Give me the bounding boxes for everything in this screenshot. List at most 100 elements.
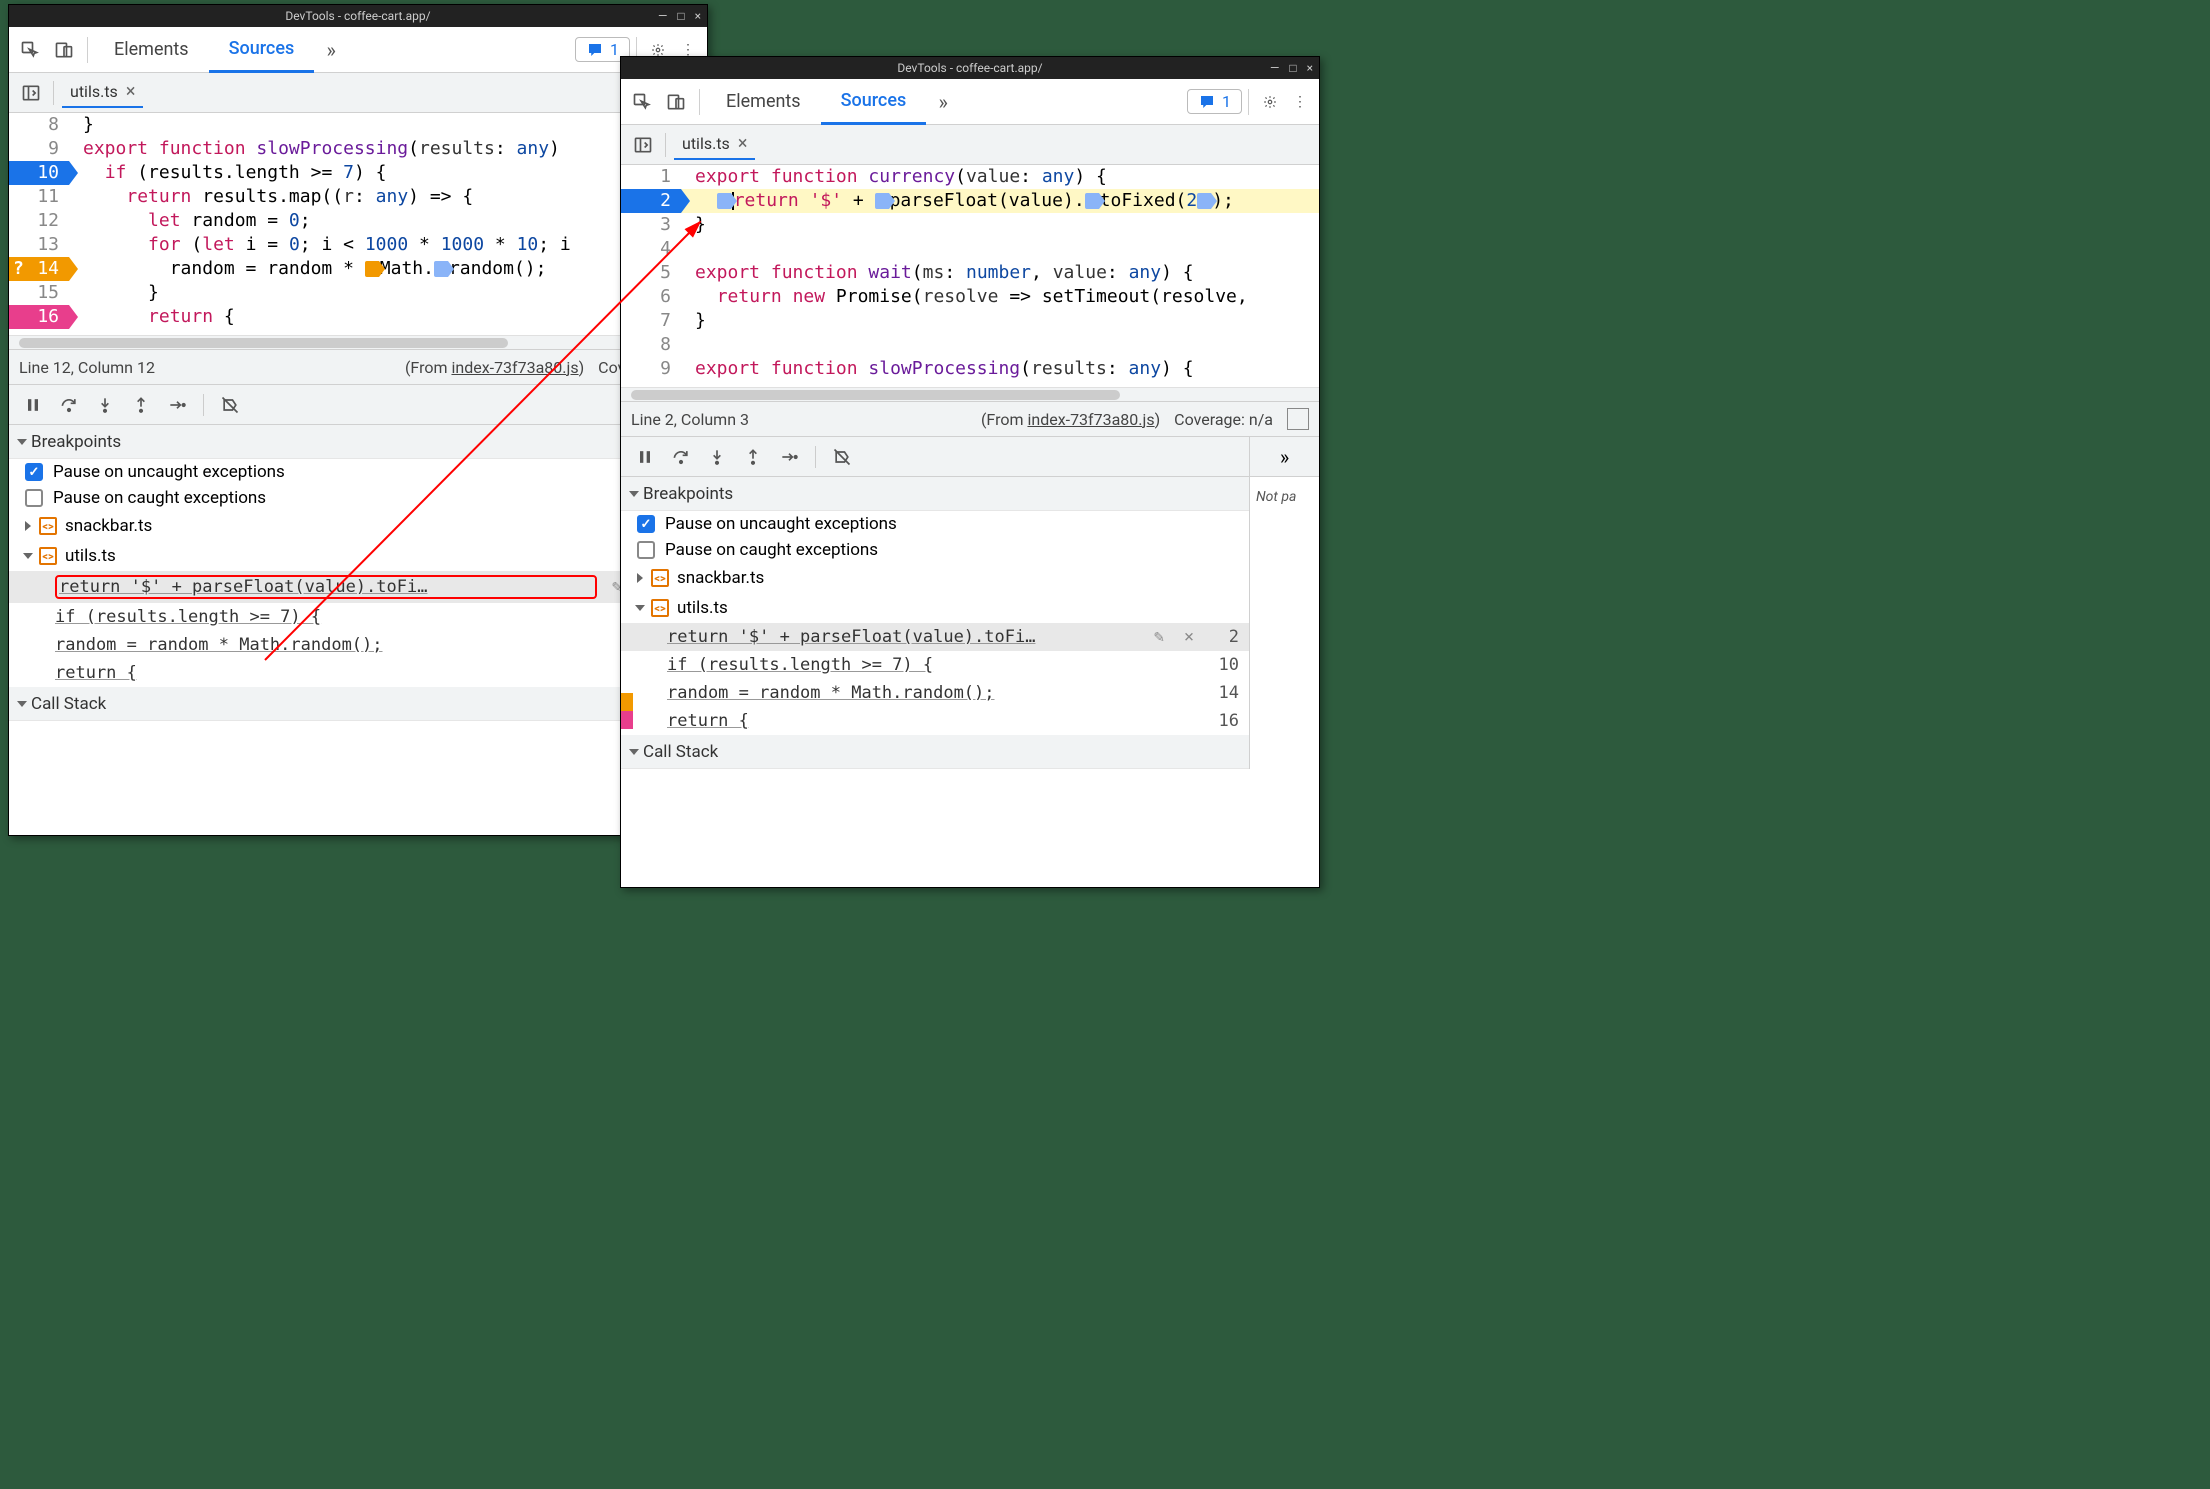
minimize-button[interactable]: —	[658, 9, 667, 23]
more-tabs-icon[interactable]: »	[314, 33, 348, 67]
breakpoint-text[interactable]: return {	[667, 711, 1199, 731]
issues-count: 1	[1222, 92, 1231, 111]
cursor-position: Line 12, Column 12	[19, 358, 155, 377]
callstack-header[interactable]: Call Stack	[9, 687, 707, 721]
close-button[interactable]: ×	[1307, 61, 1313, 75]
inspect-icon[interactable]	[13, 33, 47, 67]
inspect-icon[interactable]	[625, 85, 659, 119]
code-editor[interactable]: 8}9export function slowProcessing(result…	[9, 113, 707, 335]
edit-icon[interactable]: ✎	[1149, 627, 1169, 647]
kebab-icon[interactable]: ⋮	[1285, 94, 1315, 110]
device-icon[interactable]	[47, 33, 81, 67]
checkbox-icon[interactable]	[25, 489, 43, 507]
file-tab-utils[interactable]: utils.ts ×	[62, 77, 143, 108]
debug-controls	[9, 385, 707, 425]
minimize-button[interactable]: —	[1270, 61, 1279, 75]
chevron-down-icon	[635, 605, 645, 611]
step-over-icon[interactable]	[53, 389, 85, 421]
titlebar: DevTools - coffee-cart.app/ — □ ×	[9, 5, 707, 27]
delete-icon[interactable]: ×	[1179, 627, 1199, 647]
sourcemap-link[interactable]: index-73f73a80.js	[451, 358, 578, 377]
breakpoint-text[interactable]: random = random * Math.random();	[55, 635, 657, 655]
side-more[interactable]: »	[1250, 437, 1319, 477]
breakpoint-text[interactable]: return '$' + parseFloat(value).toFi…	[667, 627, 1139, 647]
step-into-icon[interactable]	[701, 441, 733, 473]
pause-caught-row[interactable]: Pause on caught exceptions	[621, 537, 1249, 563]
tab-sources[interactable]: Sources	[209, 28, 315, 73]
file-tab-utils[interactable]: utils.ts ×	[674, 129, 755, 160]
breakpoint-text[interactable]: if (results.length >= 7) {	[55, 607, 657, 627]
titlebar: DevTools - coffee-cart.app/ — □ ×	[621, 57, 1319, 79]
checkbox-icon[interactable]	[637, 515, 655, 533]
maximize-button[interactable]: □	[1289, 61, 1296, 75]
bp-file-utils[interactable]: <> utils.ts	[9, 541, 707, 571]
deactivate-bp-icon[interactable]	[826, 441, 858, 473]
checkbox-icon[interactable]	[25, 463, 43, 481]
line-number: 16	[1209, 711, 1239, 731]
sourcemap-from: (From index-73f73a80.js)	[405, 358, 584, 377]
breakpoint-row[interactable]: return '$' + parseFloat(value).toFi…✎×2	[621, 623, 1249, 651]
pause-icon[interactable]	[629, 441, 661, 473]
callstack-header[interactable]: Call Stack	[621, 735, 1249, 769]
breakpoint-row[interactable]: random = random * Math.random();14	[9, 631, 707, 659]
bp-file-utils[interactable]: <> utils.ts	[621, 593, 1249, 623]
ts-file-icon: <>	[651, 599, 669, 617]
step-over-icon[interactable]	[665, 441, 697, 473]
close-file-icon[interactable]: ×	[738, 133, 748, 154]
pause-uncaught-row[interactable]: Pause on uncaught exceptions	[9, 459, 707, 485]
close-button[interactable]: ×	[695, 9, 701, 23]
breakpoint-text[interactable]: if (results.length >= 7) {	[667, 655, 1199, 675]
step-into-icon[interactable]	[89, 389, 121, 421]
breakpoint-text[interactable]: return {	[55, 663, 657, 683]
breakpoint-row[interactable]: if (results.length >= 7) {10	[9, 603, 707, 631]
breakpoints-header[interactable]: Breakpoints	[621, 477, 1249, 511]
devtools-window-left: DevTools - coffee-cart.app/ — □ × Elemen…	[8, 4, 708, 836]
window-title: DevTools - coffee-cart.app/	[285, 9, 430, 23]
bp-file-snackbar[interactable]: <> snackbar.ts	[621, 563, 1249, 593]
tab-sources[interactable]: Sources	[821, 80, 927, 125]
breakpoint-text[interactable]: random = random * Math.random();	[667, 683, 1199, 703]
pause-uncaught-row[interactable]: Pause on uncaught exceptions	[621, 511, 1249, 537]
tab-elements[interactable]: Elements	[706, 79, 821, 124]
breakpoint-text[interactable]: return '$' + parseFloat(value).toFi…	[59, 577, 593, 597]
device-icon[interactable]	[659, 85, 693, 119]
step-out-icon[interactable]	[125, 389, 157, 421]
panel-button[interactable]	[1287, 408, 1309, 430]
tab-elements[interactable]: Elements	[94, 27, 209, 72]
breakpoint-row[interactable]: return '$' + parseFloat(value).toFi…✎×2	[9, 571, 707, 603]
file-tabs-bar: utils.ts ×	[621, 125, 1319, 165]
breakpoints-header[interactable]: Breakpoints	[9, 425, 707, 459]
step-out-icon[interactable]	[737, 441, 769, 473]
main-toolbar: Elements Sources » 1 ⋮	[621, 79, 1319, 125]
settings-icon[interactable]	[1255, 92, 1285, 112]
bp-file-snackbar[interactable]: <> snackbar.ts	[9, 511, 707, 541]
status-bar: Line 2, Column 3 (From index-73f73a80.js…	[621, 401, 1319, 437]
close-file-icon[interactable]: ×	[126, 81, 136, 102]
code-editor[interactable]: 1export function currency(value: any) {2…	[621, 165, 1319, 387]
checkbox-icon[interactable]	[637, 541, 655, 559]
pause-icon[interactable]	[17, 389, 49, 421]
breakpoint-row[interactable]: random = random * Math.random();14	[621, 679, 1249, 707]
maximize-button[interactable]: □	[677, 9, 684, 23]
more-tabs-icon[interactable]: »	[926, 85, 960, 119]
breakpoint-row[interactable]: return { 16	[621, 707, 1249, 735]
callstack-label: Call Stack	[643, 742, 718, 762]
step-icon[interactable]	[773, 441, 805, 473]
show-navigator-icon[interactable]	[629, 131, 657, 159]
callstack-label: Call Stack	[31, 694, 106, 714]
not-paused-text: Not pa	[1250, 477, 1319, 517]
breakpoint-row[interactable]: return {16	[9, 659, 707, 687]
horizontal-scrollbar[interactable]	[621, 387, 1319, 401]
chevron-right-icon	[25, 521, 31, 531]
pause-caught-row[interactable]: Pause on caught exceptions	[9, 485, 707, 511]
breakpoint-row[interactable]: if (results.length >= 7) {10	[621, 651, 1249, 679]
chevron-down-icon	[629, 749, 639, 755]
horizontal-scrollbar[interactable]	[9, 335, 707, 349]
sourcemap-link[interactable]: index-73f73a80.js	[1027, 410, 1154, 429]
step-icon[interactable]	[161, 389, 193, 421]
issues-button[interactable]: 1	[1187, 89, 1242, 114]
show-navigator-icon[interactable]	[17, 79, 45, 107]
deactivate-bp-icon[interactable]	[214, 389, 246, 421]
file-tab-label: utils.ts	[70, 82, 118, 101]
window-title: DevTools - coffee-cart.app/	[897, 61, 1042, 75]
